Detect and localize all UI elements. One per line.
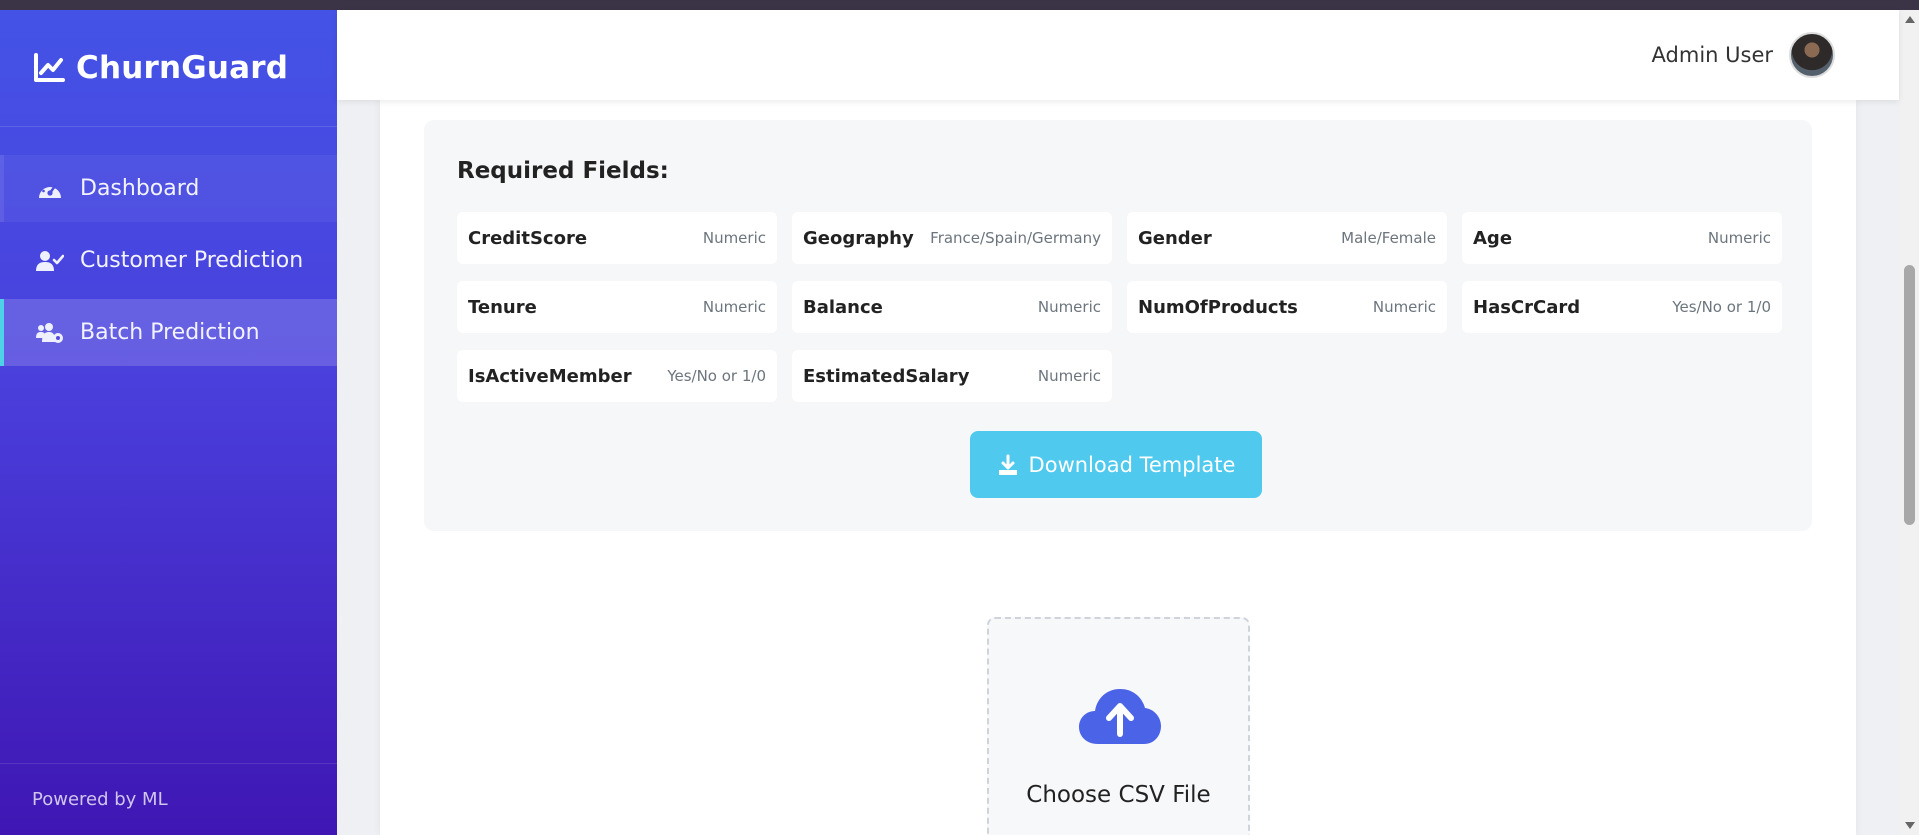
field-name: Balance [803,296,883,318]
sidebar-footer: Powered by ML [0,763,337,835]
main-content: Required Fields: CreditScore Numeric Geo… [380,100,1856,835]
field-card: IsActiveMember Yes/No or 1/0 [457,350,777,402]
field-type: Numeric [702,298,766,316]
avatar[interactable] [1789,32,1835,78]
choose-csv-label: Choose CSV File [1026,782,1211,808]
field-name: Tenure [468,296,537,318]
sidebar: ChurnGuard Dashboard Customer Prediction… [0,10,337,835]
window-top-strip [0,0,1919,10]
required-fields-panel: Required Fields: CreditScore Numeric Geo… [424,120,1812,531]
field-card: Balance Numeric [792,281,1112,333]
field-name: NumOfProducts [1138,296,1298,318]
field-card: Geography France/Spain/Germany [792,212,1112,264]
field-name: Gender [1138,227,1212,249]
chart-line-icon [34,53,65,82]
field-card: HasCrCard Yes/No or 1/0 [1462,281,1782,333]
field-card: Gender Male/Female [1127,212,1447,264]
user-name[interactable]: Admin User [1652,43,1773,67]
scroll-up-arrow-icon[interactable] [1905,16,1915,23]
sidebar-nav: Dashboard Customer Prediction Batch Pred… [0,155,337,366]
field-name: CreditScore [468,227,588,249]
sidebar-item-label: Dashboard [80,176,200,201]
field-card: Tenure Numeric [457,281,777,333]
field-name: HasCrCard [1473,296,1581,318]
field-card: NumOfProducts Numeric [1127,281,1447,333]
csv-upload-dropzone[interactable]: Choose CSV File [987,617,1250,835]
field-name: Geography [803,227,914,249]
users-cog-icon [36,319,64,347]
required-fields-title: Required Fields: [457,158,669,184]
field-type: Numeric [702,229,766,247]
download-template-button[interactable]: Download Template [970,431,1262,498]
brand-name: ChurnGuard [76,50,289,86]
field-type: Numeric [1372,298,1436,316]
top-header: Admin User [337,10,1899,100]
field-card: Age Numeric [1462,212,1782,264]
sidebar-item-customer-prediction[interactable]: Customer Prediction [0,227,337,294]
field-type: France/Spain/Germany [930,229,1101,247]
download-template-label: Download Template [1028,452,1236,477]
field-card: CreditScore Numeric [457,212,777,264]
user-check-icon [36,247,64,275]
field-type: Yes/No or 1/0 [667,367,766,385]
page-scrollbar[interactable] [1900,10,1919,835]
required-fields-grid: CreditScore Numeric Geography France/Spa… [457,212,1782,402]
brand[interactable]: ChurnGuard [0,10,337,127]
sidebar-item-dashboard[interactable]: Dashboard [0,155,337,222]
field-name: EstimatedSalary [803,365,970,387]
field-card: EstimatedSalary Numeric [792,350,1112,402]
sidebar-item-label: Batch Prediction [80,320,260,345]
scroll-down-arrow-icon[interactable] [1905,822,1915,829]
tachometer-icon [36,175,64,203]
field-name: IsActiveMember [468,365,632,387]
field-name: Age [1473,227,1513,249]
cloud-upload-icon [1079,689,1161,744]
field-type: Male/Female [1341,229,1436,247]
field-type: Numeric [1037,298,1101,316]
sidebar-item-label: Customer Prediction [80,248,304,273]
scroll-thumb[interactable] [1904,265,1915,525]
sidebar-item-batch-prediction[interactable]: Batch Prediction [0,299,337,366]
field-type: Yes/No or 1/0 [1672,298,1771,316]
download-icon [998,454,1017,475]
field-type: Numeric [1037,367,1101,385]
field-type: Numeric [1707,229,1771,247]
